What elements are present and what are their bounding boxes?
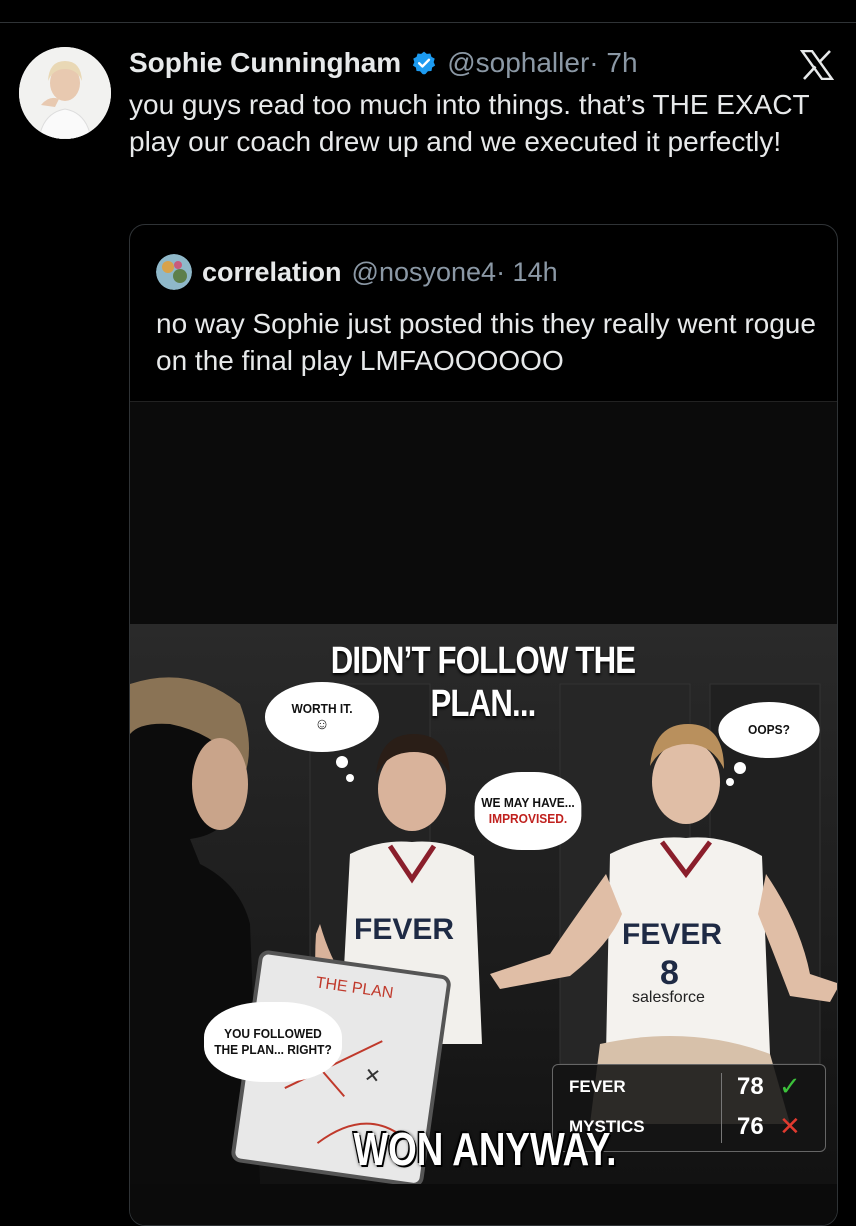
- cross-icon: ✕: [779, 1111, 801, 1141]
- jersey-left-text: FEVER: [354, 913, 454, 946]
- jersey-sponsor: salesforce: [632, 989, 705, 1006]
- top-divider: [0, 22, 856, 23]
- bubble-dot: [734, 762, 746, 774]
- author-name[interactable]: Sophie Cunningham: [129, 47, 401, 79]
- bubble-you-followed-text: YOU FOLLOWED: [224, 1026, 322, 1041]
- jersey-number: 8: [660, 954, 679, 992]
- tweet-header: Sophie Cunningham @sophaller· 7h: [129, 44, 638, 82]
- tweet-text: you guys read too much into things. that…: [129, 89, 810, 157]
- bubble-dot: [726, 778, 734, 786]
- meme-bottom-caption: WON ANYWAY.: [353, 1123, 617, 1175]
- score-team: FEVER: [569, 1077, 626, 1096]
- quoted-tweet-header: correlation @nosyone4· 14h: [156, 254, 558, 290]
- bubble-plan-right-text: THE PLAN... RIGHT?: [214, 1042, 332, 1057]
- bubble-dot: [336, 756, 348, 768]
- jersey-right-text: FEVER: [622, 918, 722, 951]
- bubble-improvised-text: IMPROVISED.: [488, 811, 568, 826]
- quoted-handle-text: @nosyone4: [351, 256, 497, 287]
- bubble-oops-text: OOPS?: [748, 722, 790, 737]
- bubble-you-followed: YOU FOLLOWED THE PLAN... RIGHT?: [204, 1002, 342, 1082]
- bubble-oops: OOPS?: [718, 702, 820, 758]
- quoted-tweet-time: · 14h: [496, 256, 558, 287]
- handle-text: @sophaller: [447, 47, 590, 78]
- score-value: 78: [737, 1073, 764, 1100]
- author-avatar[interactable]: [19, 47, 111, 139]
- score-value: 76: [737, 1113, 764, 1140]
- bubble-we-may-have-text: WE MAY HAVE...: [481, 795, 575, 810]
- devil-emoji-icon: ☺: [314, 716, 330, 733]
- avatar-image: [19, 47, 111, 139]
- x-logo-icon[interactable]: [800, 50, 834, 80]
- quoted-author-avatar: [156, 254, 192, 290]
- check-icon: ✓: [779, 1071, 801, 1101]
- quoted-avatar-image: [156, 254, 192, 290]
- quoted-tweet-text: no way Sophie just posted this they real…: [156, 308, 816, 376]
- quoted-author-handle[interactable]: @nosyone4· 14h: [352, 257, 558, 288]
- meme-image: FEVER FEVER 8 salesforce THE PLAN DIDN’T…: [130, 624, 837, 1184]
- verified-badge-icon: [413, 51, 436, 75]
- bubble-dot: [346, 774, 354, 782]
- bubble-improvised: WE MAY HAVE... IMPROVISED.: [474, 772, 582, 850]
- bubble-worth-it-text: WORTH IT.: [291, 701, 353, 716]
- quoted-media[interactable]: FEVER FEVER 8 salesforce THE PLAN DIDN’T…: [130, 401, 837, 1225]
- quoted-tweet-card[interactable]: correlation @nosyone4· 14h no way Sophie…: [129, 224, 838, 1226]
- author-handle[interactable]: @sophaller· 7h: [447, 47, 637, 79]
- bubble-worth-it: WORTH IT. ☺: [264, 682, 380, 752]
- score-row-fever: FEVER 78 ✓: [553, 1067, 825, 1107]
- quoted-author-name[interactable]: correlation: [202, 257, 342, 288]
- tweet-time: · 7h: [589, 47, 638, 78]
